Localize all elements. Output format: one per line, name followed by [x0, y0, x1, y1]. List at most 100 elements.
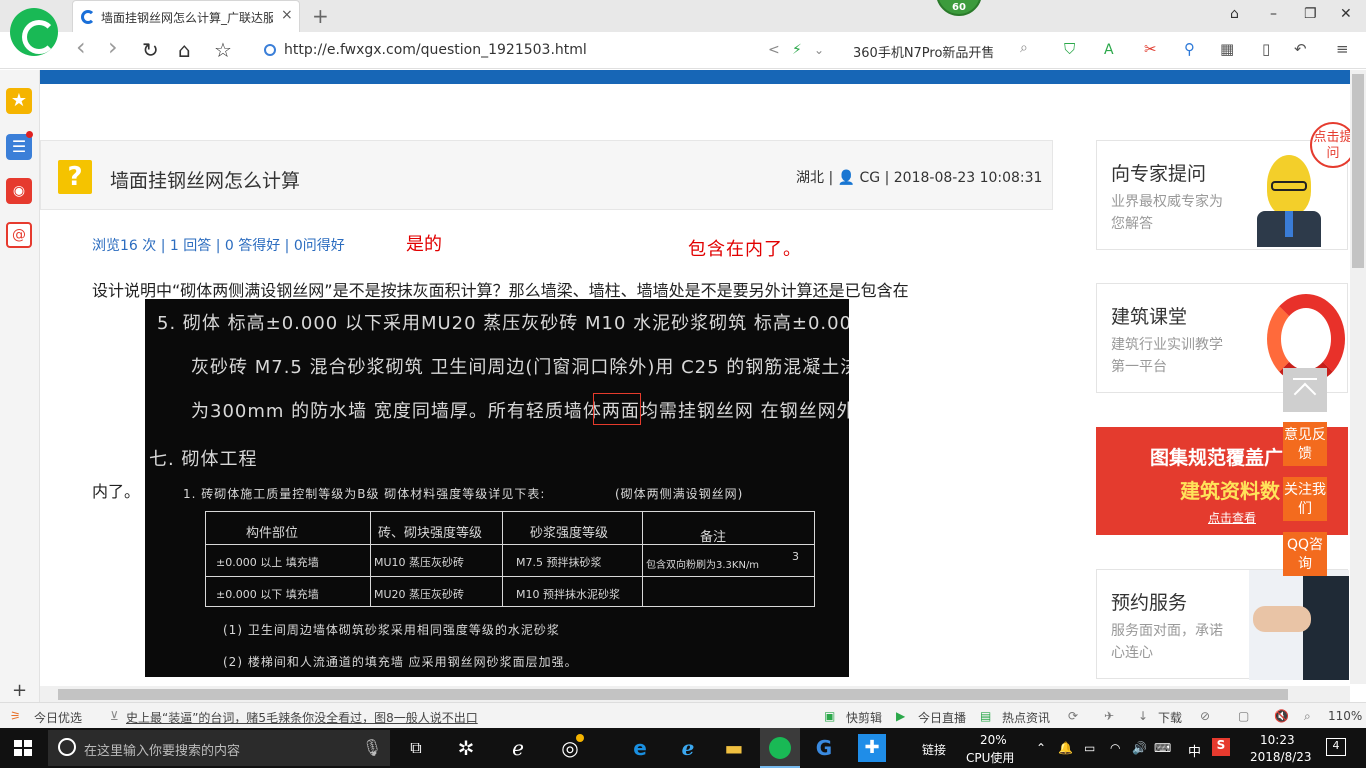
sogou-s-icon[interactable]: S [1212, 738, 1230, 756]
volume-icon[interactable]: 🔊 [1132, 741, 1147, 755]
cad-note-1: 1. 砖砌体施工质量控制等级为B级 砌体材料强度等级详见下表: [183, 487, 546, 501]
question-user[interactable]: CG [860, 170, 881, 186]
site-security-icon[interactable] [264, 44, 276, 56]
microphone-icon[interactable]: 🎙 [358, 734, 386, 762]
appointment-card[interactable]: 预约服务 服务面对面，承诺心连心 [1096, 569, 1349, 680]
site-header-bar [40, 70, 1350, 84]
screenshot-scissors-icon[interactable]: ✂ [1144, 40, 1157, 58]
reading-mode-icon[interactable]: ▯ [1262, 40, 1270, 58]
translate-icon[interactable]: A [1104, 42, 1114, 58]
ime-indicator[interactable]: 中 [1188, 741, 1201, 760]
ie-e-icon[interactable]: ℯ [504, 734, 532, 762]
expert-mascot-icon [1245, 155, 1325, 247]
apps-grid-icon[interactable]: ▦ [1220, 40, 1234, 58]
banner-cta[interactable]: 点击查看 [1208, 509, 1256, 526]
battery-icon[interactable]: ▭ [1084, 741, 1095, 755]
chevron-down-icon[interactable]: ⌄ [814, 43, 824, 57]
show-hidden-icons-icon[interactable]: ⌃ [1036, 741, 1046, 755]
zoom-icon: ⌕ [1304, 709, 1311, 723]
taskbar-search-placeholder[interactable]: 在这里输入你要搜索的内容 [84, 740, 240, 759]
refresh-button[interactable]: ↻ [142, 38, 159, 62]
banner-line-1: 图集规范覆盖广 [1150, 447, 1284, 469]
ask-expert-card[interactable]: 向专家提问 业界最权威专家为您解答 [1096, 140, 1348, 250]
window-icon[interactable]: ▢ [1238, 709, 1249, 723]
cleanup-icon[interactable]: ⊘ [1200, 709, 1210, 723]
cad-footnote-1: (1) 卫生间周边墙体砌筑砂浆采用相同强度等级的水泥砂浆 [223, 623, 560, 637]
feedback-button[interactable]: 意见反馈 [1283, 422, 1327, 466]
today-live-link[interactable]: 今日直播 [918, 709, 966, 726]
wifi-icon[interactable]: ◠ [1110, 741, 1120, 755]
menu-icon[interactable]: ≡ [1336, 40, 1349, 58]
search-suggestion[interactable]: 360手机N7Pro新品开售 [853, 42, 994, 61]
tab-title: 墙面挂钢丝网怎么计算_广联达服 [101, 11, 273, 25]
app-plus-icon[interactable]: ✚ [858, 734, 886, 762]
security-shield-icon[interactable]: ⛉ [1064, 40, 1075, 58]
tab-active[interactable]: 墙面挂钢丝网怎么计算_广联达服 × [72, 0, 300, 32]
daily-pick-label[interactable]: 今日优选 [34, 709, 82, 726]
clock-date[interactable]: 2018/8/23 [1250, 750, 1312, 764]
vertical-scroll-thumb[interactable] [1352, 74, 1364, 268]
notification-bell-icon [576, 734, 584, 742]
windows-start-icon[interactable] [14, 740, 32, 756]
speed-mode-icon[interactable]: ⚡ [792, 42, 802, 58]
browser-logo-icon[interactable] [10, 8, 58, 56]
action-center-count[interactable]: 4 [1326, 738, 1346, 756]
search-icon[interactable]: ⌕ [1020, 40, 1028, 56]
back-to-top-button[interactable] [1283, 368, 1327, 412]
table-header: 备注 [700, 530, 727, 545]
favorites-star-icon[interactable]: ★ [6, 88, 32, 114]
accelerate-icon[interactable]: ✈ [1104, 709, 1114, 723]
table-cell: 包含双向粉刷为3.3KN/m [646, 560, 760, 571]
email-icon[interactable]: @ [6, 222, 32, 248]
annotation-included: 包含在内了。 [688, 239, 802, 260]
maximize-button[interactable]: ❐ [1304, 6, 1317, 22]
highlight-box [593, 393, 641, 425]
mute-icon[interactable]: 🔇 [1274, 709, 1289, 723]
quick-clip-link[interactable]: 快剪辑 [846, 709, 882, 726]
task-view-icon[interactable]: ⧉ [402, 734, 430, 762]
horizontal-scroll-thumb[interactable] [58, 689, 1288, 700]
cad-section-title: 七. 砌体工程 [149, 449, 258, 470]
magnifier-icon[interactable]: ⚲ [1184, 40, 1195, 58]
internet-explorer-icon[interactable]: ℯ [674, 734, 702, 762]
forward-button[interactable]: › [108, 33, 118, 61]
weibo-icon[interactable]: ◉ [6, 178, 32, 204]
cortana-icon[interactable] [58, 738, 76, 756]
home-button[interactable]: ⌂ [178, 38, 191, 62]
hot-news-link[interactable]: 热点资讯 [1002, 709, 1050, 726]
add-sidebar-button[interactable]: + [12, 680, 27, 701]
question-meta: 湖北 | 👤 CG | 2018-08-23 10:08:31 [796, 170, 1043, 186]
follow-us-button[interactable]: 关注我们 [1283, 477, 1327, 521]
cad-line-2: 灰砂砖 M7.5 混合砂浆砌筑 卫生间周边(门窗洞口除外)用 C25 的钢筋混凝… [191, 357, 849, 378]
fan-app-icon[interactable]: ✲ [452, 734, 480, 762]
active-app-360-browser[interactable] [760, 728, 800, 768]
zoom-level[interactable]: 110% [1328, 709, 1362, 723]
back-button[interactable]: ‹ [76, 33, 86, 61]
network-link-label[interactable]: 链接 [922, 741, 946, 758]
new-tab-button[interactable]: + [312, 4, 329, 28]
glodon-g-icon[interactable]: G [810, 734, 838, 762]
minimize-button[interactable]: – [1270, 6, 1277, 22]
clock-time[interactable]: 10:23 [1260, 733, 1295, 747]
card-title: 建筑课堂 [1111, 306, 1188, 328]
undo-close-icon[interactable]: ↶ [1294, 40, 1307, 58]
share-icon[interactable]: < [768, 42, 780, 58]
card-title: 向专家提问 [1111, 163, 1207, 185]
card-subtitle: 业界最权威专家为您解答 [1111, 194, 1223, 232]
table-col-divider [370, 512, 371, 606]
download-link[interactable]: 下载 [1158, 709, 1182, 726]
news-ticker-link[interactable]: 史上最“装逼”的台词，赌5毛辣条你没全看过，图8一般人说不出口 [126, 709, 478, 726]
notification-icon[interactable]: 🔔 [1058, 741, 1073, 755]
question-stats[interactable]: 浏览16 次 | 1 回答 | 0 答得好 | 0问得好 [92, 235, 345, 255]
expand-icon[interactable]: ⊻ [110, 709, 119, 723]
tab-close-button[interactable]: × [281, 7, 293, 23]
close-window-button[interactable]: ✕ [1340, 6, 1352, 22]
browser-doctor-icon[interactable]: ⟳ [1068, 709, 1078, 723]
qq-consult-button[interactable]: QQ咨询 [1283, 532, 1327, 576]
file-explorer-icon[interactable]: ▬ [720, 734, 748, 762]
bookmark-star-button[interactable]: ☆ [214, 38, 232, 62]
edge-icon[interactable]: e [626, 734, 654, 762]
skin-icon[interactable]: ⌂ [1230, 6, 1239, 22]
keyboard-icon[interactable]: ⌨ [1154, 741, 1171, 755]
url-text[interactable]: http://e.fwxgx.com/question_1921503.html [284, 42, 587, 58]
